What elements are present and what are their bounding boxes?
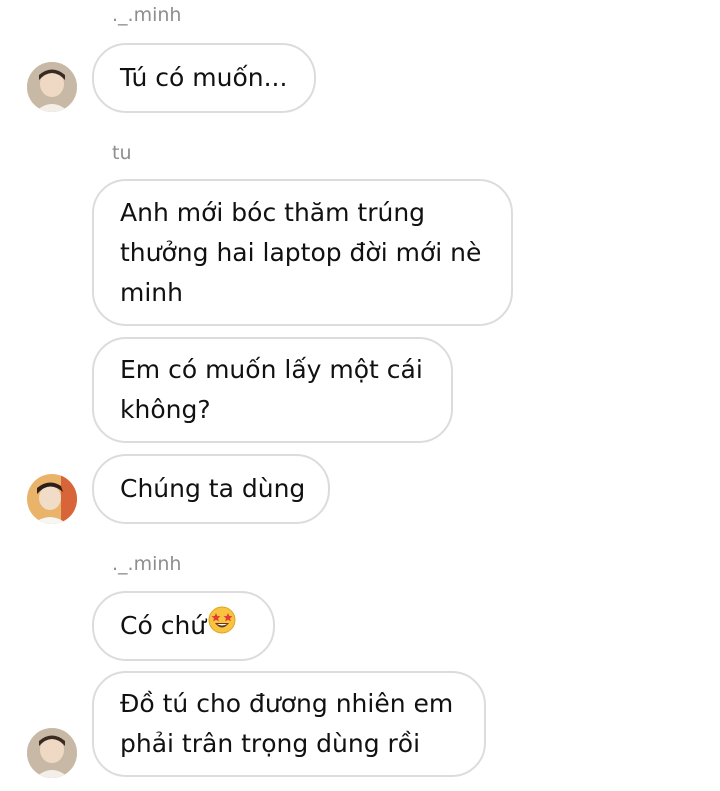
message-bubble[interactable]: Chúng ta dùng: [92, 454, 330, 524]
star-struck-emoji-icon: [207, 605, 237, 647]
message-bubble[interactable]: Anh mới bóc thăm trúng thưởng hai laptop…: [92, 179, 513, 326]
message-text: Có chứ: [120, 611, 207, 640]
message-text: Chúng ta dùng: [120, 474, 306, 503]
avatar-photo: [27, 728, 77, 778]
sender-name: tu: [112, 142, 132, 164]
chat-screen: { "messages": [ {"sender": "._.minh", "t…: [0, 0, 720, 791]
sender-name: ._.minh: [112, 4, 182, 26]
avatar-photo: [27, 474, 77, 524]
avatar[interactable]: [27, 728, 77, 778]
message-text: Anh mới bóc thăm trúng thưởng hai laptop…: [120, 197, 482, 307]
sender-name: ._.minh: [112, 553, 182, 575]
avatar[interactable]: [27, 62, 77, 112]
message-bubble[interactable]: Đồ tú cho đương nhiên em phải trân trọng…: [92, 671, 486, 777]
message-text: Tú có muốn...: [120, 63, 288, 92]
message-bubble[interactable]: Em có muốn lấy một cái không?: [92, 337, 453, 443]
message-text: Đồ tú cho đương nhiên em phải trân trọng…: [120, 689, 454, 758]
avatar[interactable]: [27, 474, 77, 524]
avatar-photo: [27, 62, 77, 112]
message-text: Em có muốn lấy một cái không?: [120, 355, 423, 424]
message-bubble[interactable]: Tú có muốn...: [92, 43, 316, 113]
message-bubble[interactable]: Có chứ: [92, 591, 275, 661]
